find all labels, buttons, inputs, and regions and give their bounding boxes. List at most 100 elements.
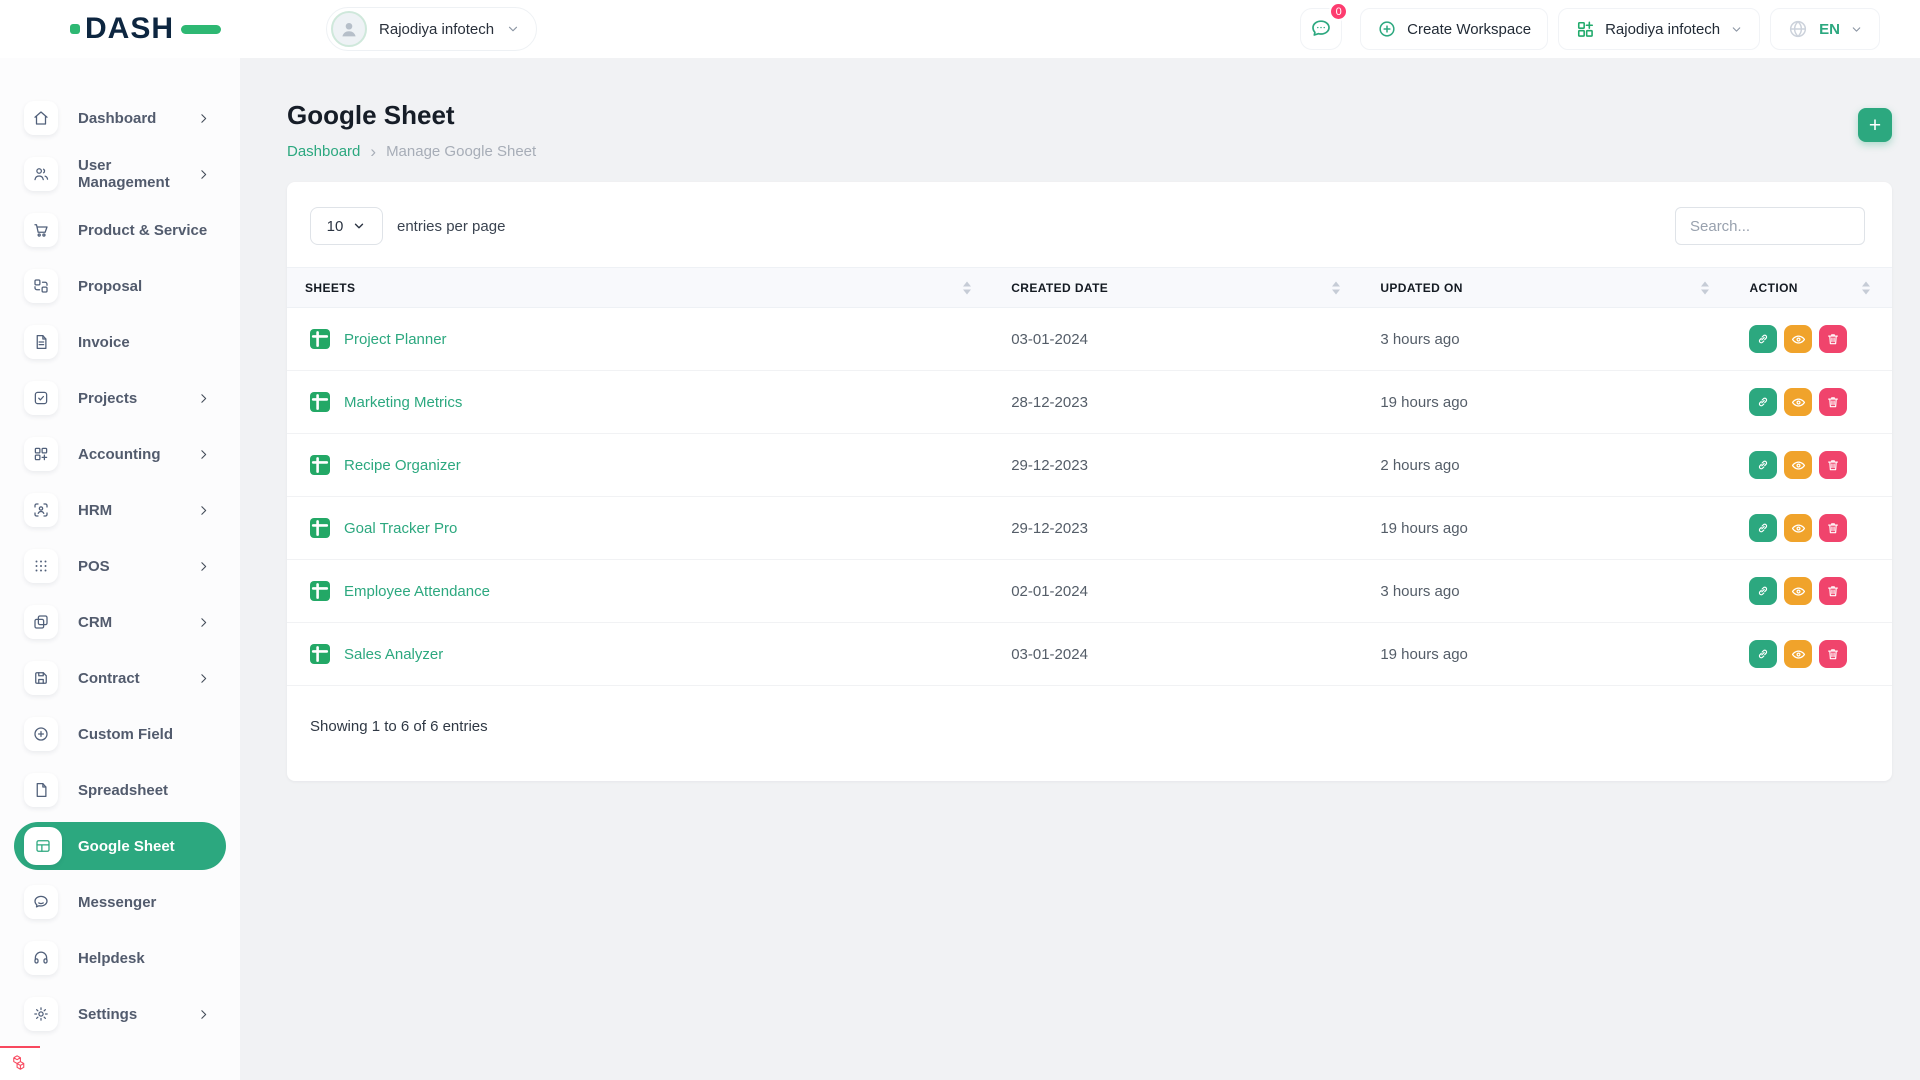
sidebar: Dashboard User Management Product & Serv… — [0, 58, 240, 1080]
sheet-cell: Employee Attendance — [287, 560, 993, 623]
open-link-button[interactable] — [1749, 577, 1777, 605]
delete-button[interactable] — [1819, 640, 1847, 668]
sidebar-item-user-management[interactable]: User Management — [14, 150, 226, 198]
column-header-sheets[interactable]: SHEETS — [287, 268, 993, 308]
sidebar-item-proposal[interactable]: Proposal — [14, 262, 226, 310]
column-header-action[interactable]: ACTION — [1731, 268, 1892, 308]
sidebar-item-custom-field[interactable]: Custom Field — [14, 710, 226, 758]
open-link-button[interactable] — [1749, 640, 1777, 668]
delete-button[interactable] — [1819, 577, 1847, 605]
sheet-icon — [310, 644, 330, 664]
sidebar-item-hrm[interactable]: HRM — [14, 486, 226, 534]
view-button[interactable] — [1784, 514, 1812, 542]
column-header-created-date[interactable]: CREATED DATE — [993, 268, 1362, 308]
page-header: Google Sheet Dashboard › Manage Google S… — [240, 58, 1920, 160]
sheet-cell: Project Planner — [287, 308, 993, 371]
breadcrumb-dashboard-link[interactable]: Dashboard — [287, 143, 360, 160]
sidebar-item-spreadsheet[interactable]: Spreadsheet — [14, 766, 226, 814]
chevron-right-icon — [197, 616, 210, 629]
sheet-link[interactable]: Employee Attendance — [344, 583, 490, 600]
sidebar-item-google-sheet[interactable]: Google Sheet — [14, 822, 226, 870]
open-link-button[interactable] — [1749, 514, 1777, 542]
action-cell — [1731, 434, 1892, 497]
view-button[interactable] — [1784, 388, 1812, 416]
proposal-icon — [24, 269, 58, 303]
chat-icon — [1309, 17, 1333, 41]
sidebar-item-crm[interactable]: CRM — [14, 598, 226, 646]
sidebar-item-pos[interactable]: POS — [14, 542, 226, 590]
invoice-icon — [24, 325, 58, 359]
create-workspace-label: Create Workspace — [1407, 21, 1531, 38]
sidebar-item-product-service[interactable]: Product & Service — [14, 206, 226, 254]
delete-button[interactable] — [1819, 451, 1847, 479]
sheet-icon — [310, 581, 330, 601]
column-header-updated-on[interactable]: UPDATED ON — [1362, 268, 1731, 308]
action-cell — [1731, 308, 1892, 371]
updated-on-cell: 19 hours ago — [1362, 623, 1731, 686]
messages-button[interactable]: 0 — [1300, 8, 1342, 50]
updated-on-cell: 19 hours ago — [1362, 497, 1731, 560]
sheet-link[interactable]: Marketing Metrics — [344, 394, 462, 411]
view-button[interactable] — [1784, 451, 1812, 479]
view-button[interactable] — [1784, 640, 1812, 668]
action-cell — [1731, 371, 1892, 434]
view-button[interactable] — [1784, 577, 1812, 605]
table-header-row: SHEETSCREATED DATEUPDATED ONACTION — [287, 268, 1892, 308]
workspace-selector[interactable]: Rajodiya infotech — [326, 7, 537, 51]
sort-icon[interactable] — [963, 281, 971, 294]
sidebar-item-label: HRM — [78, 502, 112, 519]
create-workspace-button[interactable]: Create Workspace — [1360, 8, 1548, 50]
sort-icon[interactable] — [1862, 281, 1870, 294]
sidebar-item-label: Contract — [78, 670, 140, 687]
delete-button[interactable] — [1819, 325, 1847, 353]
sort-icon[interactable] — [1701, 281, 1709, 294]
plus-circle-icon — [1377, 19, 1397, 39]
sheet-cell: Sales Analyzer — [287, 623, 993, 686]
language-selector[interactable]: EN — [1770, 8, 1880, 50]
sheet-icon — [310, 455, 330, 475]
open-link-button[interactable] — [1749, 451, 1777, 479]
sidebar-item-label: Proposal — [78, 278, 142, 295]
sidebar-item-accounting[interactable]: Accounting — [14, 430, 226, 478]
sidebar-item-label: Dashboard — [78, 110, 156, 127]
sheet-link[interactable]: Sales Analyzer — [344, 646, 443, 663]
company-selector[interactable]: Rajodiya infotech — [1558, 8, 1760, 50]
add-sheet-button[interactable]: + — [1858, 108, 1892, 142]
plus-circle-icon — [24, 717, 58, 751]
table-icon — [24, 827, 62, 865]
view-button[interactable] — [1784, 325, 1812, 353]
sidebar-nav: Dashboard User Management Product & Serv… — [0, 58, 240, 1038]
open-link-button[interactable] — [1749, 325, 1777, 353]
open-link-button[interactable] — [1749, 388, 1777, 416]
grid-plus-icon — [24, 437, 58, 471]
delete-button[interactable] — [1819, 514, 1847, 542]
sort-icon[interactable] — [1332, 281, 1340, 294]
breadcrumb-current: Manage Google Sheet — [386, 143, 536, 160]
sheet-link[interactable]: Goal Tracker Pro — [344, 520, 457, 537]
top-bar: DASH Rajodiya infotech 0 Create Worksp — [0, 0, 1920, 58]
breadcrumb: Dashboard › Manage Google Sheet — [287, 143, 1892, 160]
delete-button[interactable] — [1819, 388, 1847, 416]
chevron-down-icon — [352, 219, 366, 233]
chevron-down-icon — [1730, 23, 1743, 36]
sidebar-item-messenger[interactable]: Messenger — [14, 878, 226, 926]
sidebar-item-dashboard[interactable]: Dashboard — [14, 94, 226, 142]
sidebar-item-invoice[interactable]: Invoice — [14, 318, 226, 366]
chevron-right-icon — [197, 1008, 210, 1021]
entries-per-page-select[interactable]: 10 — [310, 207, 383, 245]
page-title: Google Sheet — [287, 100, 1892, 131]
sidebar-item-contract[interactable]: Contract — [14, 654, 226, 702]
workspace-avatar — [331, 11, 367, 47]
table-row: Sales Analyzer 03-01-2024 19 hours ago — [287, 623, 1892, 686]
search-input[interactable] — [1675, 207, 1865, 245]
table-row: Recipe Organizer 29-12-2023 2 hours ago — [287, 434, 1892, 497]
logo-text: DASH — [85, 14, 174, 44]
laravel-debugbar-toggle[interactable] — [0, 1046, 40, 1080]
scan-user-icon — [24, 493, 58, 527]
sheet-link[interactable]: Recipe Organizer — [344, 457, 461, 474]
sidebar-item-helpdesk[interactable]: Helpdesk — [14, 934, 226, 982]
language-code: EN — [1819, 21, 1840, 38]
sidebar-item-projects[interactable]: Projects — [14, 374, 226, 422]
sidebar-item-settings[interactable]: Settings — [14, 990, 226, 1038]
sheet-link[interactable]: Project Planner — [344, 331, 447, 348]
